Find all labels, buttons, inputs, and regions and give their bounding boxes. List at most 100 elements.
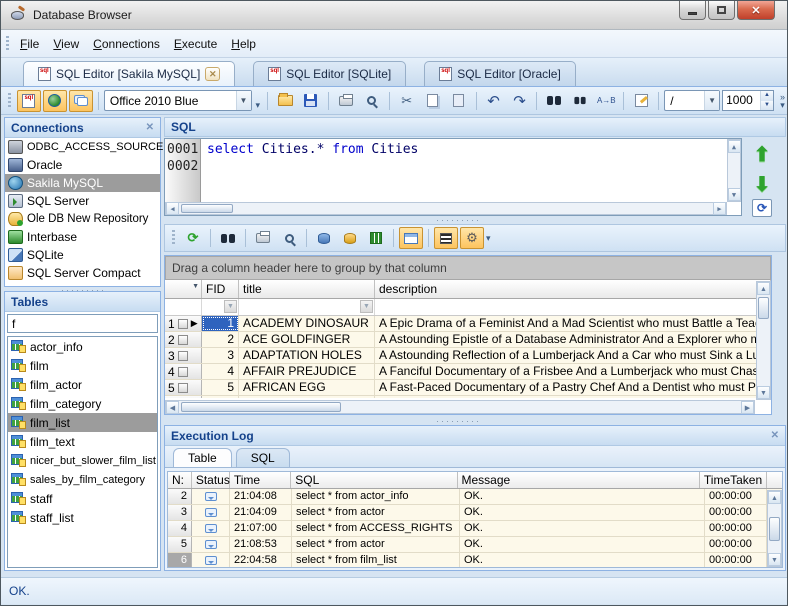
table-item[interactable]: film: [8, 356, 157, 375]
rows-limit-spinner[interactable]: 1000 ▲▼: [722, 90, 774, 111]
grid-print-preview-button[interactable]: [277, 227, 301, 249]
edit-sql-button[interactable]: [629, 90, 653, 112]
scroll-up-icon[interactable]: ▲: [757, 282, 770, 295]
scroll-down-icon[interactable]: ▼: [757, 386, 770, 399]
connection-item[interactable]: SQL Server Compact: [5, 264, 160, 282]
find-button[interactable]: [542, 90, 566, 112]
scrollbar-thumb[interactable]: [758, 297, 769, 319]
connection-item-selected[interactable]: Sakila MySQL: [5, 174, 160, 192]
log-tab-table[interactable]: Table: [173, 448, 232, 467]
table-item[interactable]: film_category: [8, 394, 157, 413]
grid-row[interactable]: 6 6 AGENT TRUMAN A Intrepid Panorama of …: [165, 396, 771, 398]
table-item[interactable]: film_actor: [8, 375, 157, 394]
panel-close-icon[interactable]: ✕: [146, 122, 154, 133]
cell-fid-selected[interactable]: 1: [202, 316, 239, 331]
scroll-down-icon[interactable]: ▼: [728, 188, 741, 201]
show-columns-button[interactable]: [434, 227, 458, 249]
log-row[interactable]: 3 21:04:09 select * from actor OK. 00:00…: [168, 505, 782, 521]
filter-drop-icon[interactable]: ▼: [360, 300, 373, 313]
scroll-left-icon[interactable]: ◀: [166, 401, 179, 414]
copy-button[interactable]: [421, 90, 445, 112]
scrollbar-thumb[interactable]: [769, 517, 780, 541]
toolbar-overflow-icon[interactable]: ▾: [256, 101, 261, 109]
table-item[interactable]: nicer_but_slower_film_list: [8, 451, 157, 470]
row-checkbox[interactable]: [178, 335, 188, 345]
row-checkbox[interactable]: [178, 383, 188, 393]
log-row[interactable]: 5 21:08:53 select * from actor OK. 00:00…: [168, 537, 782, 553]
maximize-button[interactable]: [708, 1, 735, 20]
log-col-sql[interactable]: SQL: [291, 472, 457, 488]
close-button[interactable]: ✕: [737, 1, 775, 20]
column-header-title[interactable]: title: [239, 280, 375, 298]
table-item[interactable]: actor_info: [8, 337, 157, 356]
row-checkbox[interactable]: [178, 367, 188, 377]
table-item[interactable]: film_text: [8, 432, 157, 451]
menu-help[interactable]: Help: [224, 33, 263, 55]
grid-row[interactable]: 2 2 ACE GOLDFINGER A Astounding Epistle …: [165, 332, 771, 348]
messages-button[interactable]: [69, 90, 93, 112]
grid-vscrollbar[interactable]: ▲ ▼: [756, 281, 771, 400]
export-web-button[interactable]: [43, 90, 67, 112]
paste-button[interactable]: [447, 90, 471, 112]
row-checkbox[interactable]: [178, 319, 188, 329]
export-data-button[interactable]: [338, 227, 362, 249]
refresh-query-button[interactable]: ⟳: [752, 199, 772, 217]
connection-item[interactable]: Interbase: [5, 228, 160, 246]
connection-item[interactable]: ODBC_ACCESS_SOURCE: [5, 138, 160, 156]
scroll-up-icon[interactable]: ▲: [728, 140, 741, 153]
redo-button[interactable]: ↷: [508, 90, 532, 112]
column-header-fid[interactable]: FID: [202, 280, 239, 298]
log-row-selected[interactable]: 6 22:04:58 select * from film_list OK. 0…: [168, 553, 782, 568]
filter-cell-fid[interactable]: ▼: [202, 299, 239, 315]
log-col-timetaken[interactable]: TimeTaken: [700, 472, 767, 488]
row-checkbox[interactable]: [178, 351, 188, 361]
connection-item[interactable]: SQL Server: [5, 192, 160, 210]
grid-hscrollbar[interactable]: ◀ ▶: [165, 400, 755, 414]
toolbar-overflow-icon[interactable]: ▾: [486, 234, 491, 242]
show-record-form-button[interactable]: [399, 227, 423, 249]
scrollbar-thumb[interactable]: [181, 402, 341, 412]
grid-row[interactable]: 5 5 AFRICAN EGG A Fast-Paced Documentary…: [165, 380, 771, 396]
filter-cell-description[interactable]: [375, 299, 771, 315]
grid-print-button[interactable]: [251, 227, 275, 249]
undo-button[interactable]: ↶: [482, 90, 506, 112]
sql-code[interactable]: select Cities.* from Cities: [203, 139, 727, 160]
scroll-up-icon[interactable]: ▲: [768, 491, 781, 504]
scrollbar-thumb[interactable]: [181, 204, 233, 213]
find-history-combo[interactable]: / ▼: [664, 90, 720, 111]
export-excel-button[interactable]: [364, 227, 388, 249]
connection-item[interactable]: SQLite: [5, 246, 160, 264]
toolbar-grip[interactable]: [172, 230, 175, 246]
log-vscrollbar[interactable]: ▲ ▼: [767, 490, 782, 567]
spin-down-icon[interactable]: ▼: [761, 101, 773, 111]
menu-execute[interactable]: Execute: [167, 33, 224, 55]
toolbar-grip[interactable]: [6, 36, 9, 52]
filter-drop-icon[interactable]: ▼: [224, 300, 237, 313]
group-by-panel[interactable]: Drag a column header here to group by th…: [165, 256, 771, 280]
table-item[interactable]: staff_list: [8, 508, 157, 527]
grid-row[interactable]: 1▶ 1 ACADEMY DINOSAUR A Epic Drama of a …: [165, 316, 771, 332]
spin-up-icon[interactable]: ▲: [761, 91, 773, 101]
move-query-up-button[interactable]: ⬆: [750, 141, 774, 167]
find-next-button[interactable]: [568, 90, 592, 112]
open-file-button[interactable]: [273, 90, 297, 112]
replace-button[interactable]: A→B: [594, 90, 618, 112]
theme-select[interactable]: Office 2010 Blue ▼: [104, 90, 252, 111]
scroll-right-icon[interactable]: ▶: [741, 401, 754, 414]
refresh-data-button[interactable]: ⟳: [181, 227, 205, 249]
menu-file[interactable]: File: [13, 33, 46, 55]
editor-vscrollbar[interactable]: ▲ ▼: [727, 139, 741, 202]
editor-hscrollbar[interactable]: ◀ ▶: [165, 202, 727, 215]
menu-view[interactable]: View: [46, 33, 86, 55]
log-col-message[interactable]: Message: [458, 472, 700, 488]
connection-item[interactable]: Oracle: [5, 156, 160, 174]
titlebar[interactable]: Database Browser: [1, 1, 787, 30]
new-sql-editor-button[interactable]: [17, 90, 41, 112]
table-item[interactable]: sales_by_film_category: [8, 470, 157, 489]
log-col-status[interactable]: Status: [192, 472, 230, 488]
column-header-description[interactable]: description: [375, 280, 771, 298]
sql-editor[interactable]: 0001 0002 select Cities.* from Cities ▲ …: [164, 138, 742, 216]
toolbar-grip[interactable]: [8, 93, 11, 109]
tab-sakila-mysql[interactable]: SQL Editor [Sakila MySQL] ✕: [23, 61, 235, 86]
panel-close-icon[interactable]: ✕: [771, 430, 779, 441]
